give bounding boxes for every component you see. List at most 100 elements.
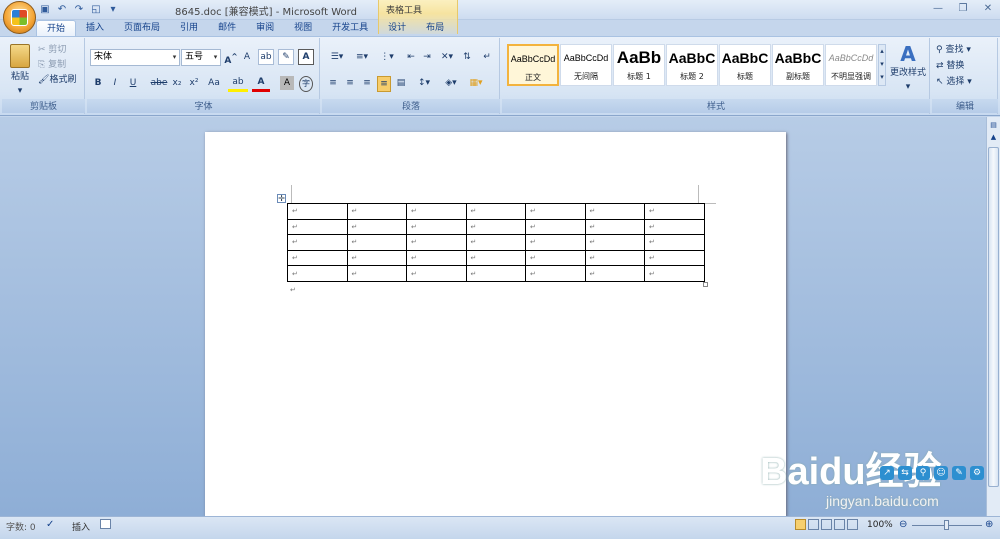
table-cell[interactable]: ↵: [465, 218, 526, 236]
table-cell[interactable]: ↵: [346, 265, 407, 282]
table-cell[interactable]: ↵: [584, 265, 645, 282]
tab-home[interactable]: 开始: [36, 20, 77, 36]
tab-design[interactable]: 设计: [378, 20, 416, 36]
justify-icon[interactable]: ≡: [377, 76, 391, 92]
zoom-slider-thumb[interactable]: [944, 520, 949, 530]
font-color-icon[interactable]: A: [252, 75, 270, 92]
tab-insert[interactable]: 插入: [76, 20, 114, 36]
table-move-handle-icon[interactable]: ✛: [277, 194, 286, 203]
table-cell[interactable]: ↵: [644, 265, 705, 282]
draft-icon[interactable]: [847, 519, 858, 530]
table-cell[interactable]: ↵: [644, 249, 705, 267]
table-cell[interactable]: ↵: [406, 265, 467, 282]
share-icon[interactable]: ↗: [880, 466, 894, 480]
tab-page-layout[interactable]: 页面布局: [114, 20, 170, 36]
table-cell[interactable]: ↵: [644, 218, 705, 236]
table-cell[interactable]: ↵: [287, 203, 348, 220]
copy-button[interactable]: ⎘ 复制: [38, 58, 82, 72]
office-button[interactable]: [3, 1, 36, 34]
align-left-icon[interactable]: ≡: [326, 76, 340, 90]
table-cell[interactable]: ↵: [287, 265, 348, 282]
gear-icon[interactable]: ⚙: [970, 466, 984, 480]
format-painter-button[interactable]: 🖌格式刷: [38, 73, 84, 87]
borders-icon[interactable]: ▦▾: [465, 76, 487, 90]
chinese-layout-icon[interactable]: ✕▾: [437, 50, 457, 64]
table-cell[interactable]: ↵: [525, 265, 586, 282]
table-cell[interactable]: ↵: [346, 203, 407, 220]
highlight-color-icon[interactable]: ab: [228, 75, 248, 92]
style-heading-2[interactable]: AaBbC 标题 2: [666, 44, 718, 86]
table-cell[interactable]: ↵: [584, 234, 645, 251]
table-cell[interactable]: ↵: [644, 203, 705, 220]
tab-references[interactable]: 引用: [170, 20, 208, 36]
zoom-in-icon[interactable]: ⊕: [985, 519, 993, 530]
change-case-button[interactable]: Aa: [204, 76, 224, 90]
find-button[interactable]: ⚲ 查找 ▾: [936, 43, 996, 57]
table-cell[interactable]: ↵: [584, 249, 645, 267]
distributed-icon[interactable]: ▤: [394, 76, 408, 90]
tab-mailings[interactable]: 邮件: [208, 20, 246, 36]
style-no-spacing[interactable]: AaBbCcDd 无间隔: [560, 44, 612, 86]
table-cell[interactable]: ↵: [346, 234, 407, 251]
char-border-icon[interactable]: A: [298, 49, 314, 65]
table-cell[interactable]: ↵: [465, 265, 526, 282]
table-cell[interactable]: ↵: [465, 234, 526, 251]
undo-icon[interactable]: ↶: [55, 3, 69, 17]
print-layout-icon[interactable]: [795, 519, 806, 530]
translate-icon[interactable]: ⇆: [898, 466, 912, 480]
macro-record-icon[interactable]: [100, 519, 111, 529]
print-preview-icon[interactable]: ◱: [89, 3, 103, 17]
multilevel-list-icon[interactable]: ⋮▾: [376, 50, 398, 64]
table-cell[interactable]: ↵: [406, 203, 467, 220]
grow-font-button[interactable]: A^: [224, 50, 238, 68]
customize-icon[interactable]: ▾: [106, 3, 120, 17]
bold-button[interactable]: B: [91, 76, 105, 90]
font-name-select[interactable]: 宋体 ▾: [90, 49, 180, 66]
table-resize-handle[interactable]: [703, 282, 708, 287]
table-cell[interactable]: ↵: [465, 203, 526, 220]
vertical-scrollbar[interactable]: ▤ ▲: [986, 117, 1000, 516]
table-cell[interactable]: ↵: [584, 203, 645, 220]
line-spacing-icon[interactable]: ↕▾: [414, 76, 434, 90]
table-cell[interactable]: ↵: [406, 249, 467, 267]
tab-layout[interactable]: 布局: [416, 20, 454, 36]
char-shading-icon[interactable]: A: [280, 76, 294, 90]
table-cell[interactable]: ↵: [287, 249, 348, 267]
tab-developer[interactable]: 开发工具: [322, 20, 378, 36]
superscript-button[interactable]: x²: [187, 76, 201, 90]
scroll-up-icon[interactable]: ▲: [988, 133, 999, 143]
numbering-icon[interactable]: ≡▾: [351, 50, 373, 64]
font-size-select[interactable]: 五号 ▾: [181, 49, 221, 66]
table-cell[interactable]: ↵: [465, 249, 526, 267]
table-cell[interactable]: ↵: [584, 218, 645, 236]
italic-button[interactable]: I: [108, 76, 122, 90]
subscript-button[interactable]: x₂: [170, 76, 184, 90]
align-right-icon[interactable]: ≡: [360, 76, 374, 90]
table-cell[interactable]: ↵: [525, 234, 586, 251]
table-cell[interactable]: ↵: [287, 218, 348, 236]
zoom-out-icon[interactable]: ⊖: [899, 519, 907, 530]
minimize-button[interactable]: —: [926, 0, 950, 18]
table-cell[interactable]: ↵: [525, 249, 586, 267]
maximize-button[interactable]: ❐: [951, 0, 975, 18]
table-cell[interactable]: ↵: [406, 218, 467, 236]
tab-review[interactable]: 审阅: [246, 20, 284, 36]
ruler-toggle-icon[interactable]: ▤: [988, 121, 999, 131]
table-cell[interactable]: ↵: [287, 234, 348, 251]
proofing-icon[interactable]: ✓: [46, 519, 54, 530]
redo-icon[interactable]: ↷: [72, 3, 86, 17]
search-icon[interactable]: ⚲: [916, 466, 930, 480]
phonetic-guide-icon[interactable]: ab: [258, 49, 274, 65]
outline-icon[interactable]: [834, 519, 845, 530]
paste-button[interactable]: 粘贴 ▾: [6, 42, 34, 96]
style-subtitle[interactable]: AaBbC 副标题: [772, 44, 824, 86]
style-heading-1[interactable]: AaBb 标题 1: [613, 44, 665, 86]
replace-button[interactable]: ⇄ 替换: [936, 59, 996, 73]
style-normal[interactable]: AaBbCcDd 正文: [507, 44, 559, 86]
style-title[interactable]: AaBbC 标题: [719, 44, 771, 86]
styles-scroll[interactable]: ▴ ▾ ▾: [878, 44, 886, 86]
scroll-thumb[interactable]: [988, 147, 999, 487]
decrease-indent-icon[interactable]: ⇤: [404, 50, 418, 64]
strikethrough-button[interactable]: abe: [150, 76, 168, 90]
table-cell[interactable]: ↵: [346, 249, 407, 267]
